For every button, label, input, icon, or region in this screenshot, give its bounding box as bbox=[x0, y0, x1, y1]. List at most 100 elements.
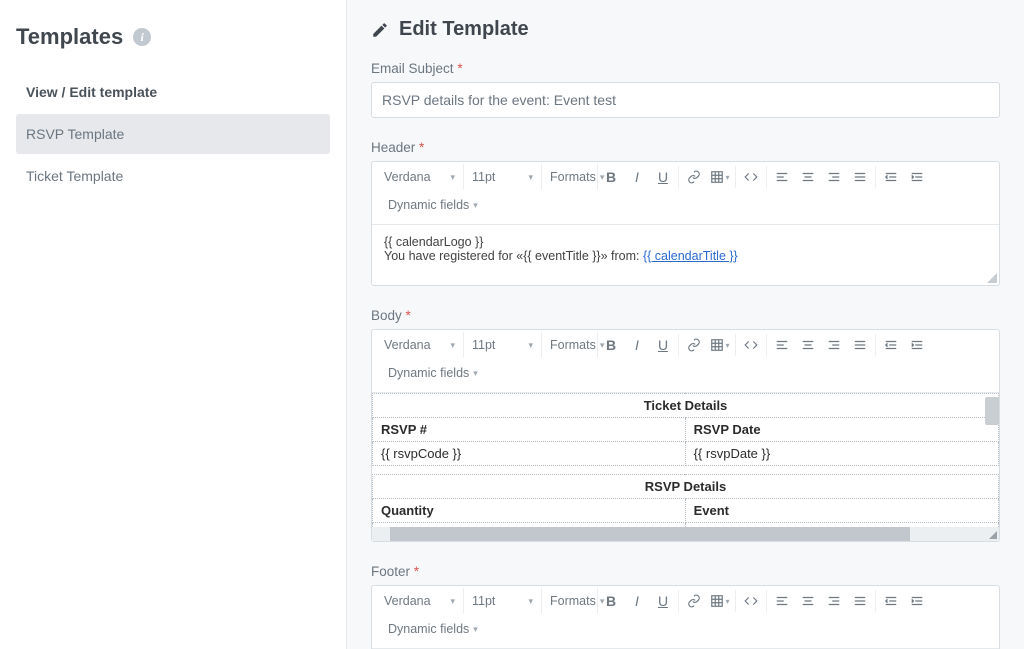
sidebar-item-ticket[interactable]: Ticket Template bbox=[16, 156, 330, 196]
formats-dropdown[interactable]: Formats▾ bbox=[542, 588, 598, 614]
editor-toolbar: Verdana▾ 11pt▾ Formats▾ B I U ▾ Dynamic … bbox=[372, 330, 999, 393]
footer-editor: Verdana▾ 11pt▾ Formats▾ B I U ▾ Dynamic … bbox=[371, 585, 1000, 649]
align-justify-button[interactable] bbox=[847, 164, 873, 190]
body-editor: Verdana▾ 11pt▾ Formats▾ B I U ▾ Dynamic … bbox=[371, 329, 1000, 542]
align-center-button[interactable] bbox=[795, 164, 821, 190]
cell-value: {{ rsvpCode }} bbox=[373, 442, 686, 466]
bold-button[interactable]: B bbox=[598, 588, 624, 614]
sidebar-title: Templates i bbox=[16, 24, 330, 50]
code-button[interactable] bbox=[738, 332, 764, 358]
align-right-button[interactable] bbox=[821, 588, 847, 614]
underline-button[interactable]: U bbox=[650, 588, 676, 614]
toolbar-separator bbox=[735, 590, 736, 612]
font-family-dropdown[interactable]: Verdana▾ bbox=[376, 164, 464, 190]
calendar-title-link[interactable]: {{ calendarTitle }} bbox=[643, 249, 738, 263]
info-icon[interactable]: i bbox=[133, 28, 151, 46]
bold-button[interactable]: B bbox=[598, 332, 624, 358]
sidebar-item-label: View / Edit template bbox=[26, 84, 157, 100]
page-title: Edit Template bbox=[371, 18, 1000, 41]
font-family-dropdown[interactable]: Verdana▾ bbox=[376, 588, 464, 614]
chevron-down-icon: ▾ bbox=[473, 368, 478, 379]
pencil-icon bbox=[371, 21, 389, 39]
italic-button[interactable]: I bbox=[624, 588, 650, 614]
editor-toolbar: Verdana▾ 11pt▾ Formats▾ B I U ▾ Dynamic … bbox=[372, 162, 999, 225]
indent-button[interactable] bbox=[904, 164, 930, 190]
header-line1: {{ calendarLogo }} bbox=[384, 235, 987, 249]
toolbar-separator bbox=[678, 590, 679, 612]
underline-button[interactable]: U bbox=[650, 164, 676, 190]
font-size-dropdown[interactable]: 11pt▾ bbox=[464, 332, 542, 358]
col-head: RSVP # bbox=[373, 418, 686, 442]
resize-handle[interactable] bbox=[987, 273, 997, 283]
link-button[interactable] bbox=[681, 588, 707, 614]
italic-button[interactable]: I bbox=[624, 164, 650, 190]
dynamic-fields-dropdown[interactable]: Dynamic fields▾ bbox=[380, 192, 486, 218]
toolbar-separator bbox=[735, 166, 736, 188]
code-button[interactable] bbox=[738, 588, 764, 614]
required-mark: * bbox=[419, 140, 424, 155]
main-panel: Edit Template Email Subject * Header * V… bbox=[347, 0, 1024, 649]
table-button[interactable]: ▾ bbox=[707, 588, 733, 614]
toolbar-separator bbox=[875, 590, 876, 612]
scrollbar-horizontal[interactable] bbox=[390, 527, 910, 541]
align-right-button[interactable] bbox=[821, 164, 847, 190]
header-line2: You have registered for «{{ eventTitle }… bbox=[384, 249, 987, 263]
code-button[interactable] bbox=[738, 164, 764, 190]
chevron-down-icon: ▾ bbox=[528, 340, 533, 351]
section-head: RSVP Details bbox=[373, 475, 999, 499]
toolbar-separator bbox=[678, 334, 679, 356]
align-left-button[interactable] bbox=[769, 164, 795, 190]
chevron-down-icon: ▾ bbox=[450, 172, 455, 183]
align-right-button[interactable] bbox=[821, 332, 847, 358]
footer-label: Footer * bbox=[371, 564, 1000, 579]
link-button[interactable] bbox=[681, 164, 707, 190]
sidebar: Templates i View / Edit template RSVP Te… bbox=[0, 0, 347, 649]
align-left-button[interactable] bbox=[769, 588, 795, 614]
toolbar-separator bbox=[735, 334, 736, 356]
align-left-button[interactable] bbox=[769, 332, 795, 358]
dynamic-fields-dropdown[interactable]: Dynamic fields▾ bbox=[380, 616, 486, 642]
formats-dropdown[interactable]: Formats▾ bbox=[542, 332, 598, 358]
align-center-button[interactable] bbox=[795, 332, 821, 358]
resize-handle[interactable] bbox=[985, 527, 999, 541]
col-head: Quantity bbox=[373, 499, 686, 523]
align-justify-button[interactable] bbox=[847, 588, 873, 614]
table-button[interactable]: ▾ bbox=[707, 164, 733, 190]
italic-button[interactable]: I bbox=[624, 332, 650, 358]
page-title-text: Edit Template bbox=[399, 18, 529, 41]
header-content-area[interactable]: {{ calendarLogo }} You have registered f… bbox=[372, 225, 999, 285]
sidebar-item-rsvp[interactable]: RSVP Template bbox=[16, 114, 330, 154]
font-size-dropdown[interactable]: 11pt▾ bbox=[464, 588, 542, 614]
outdent-button[interactable] bbox=[878, 332, 904, 358]
indent-button[interactable] bbox=[904, 588, 930, 614]
link-button[interactable] bbox=[681, 332, 707, 358]
chevron-down-icon: ▾ bbox=[528, 596, 533, 607]
indent-button[interactable] bbox=[904, 332, 930, 358]
chevron-down-icon: ▾ bbox=[473, 624, 478, 635]
cell-value: {{ rsvpDate }} bbox=[685, 442, 998, 466]
font-family-dropdown[interactable]: Verdana▾ bbox=[376, 332, 464, 358]
outdent-button[interactable] bbox=[878, 588, 904, 614]
toolbar-separator bbox=[766, 590, 767, 612]
scrollbar-vertical[interactable] bbox=[985, 397, 999, 425]
sidebar-item-view-edit[interactable]: View / Edit template bbox=[16, 72, 330, 112]
formats-dropdown[interactable]: Formats▾ bbox=[542, 164, 598, 190]
font-size-dropdown[interactable]: 11pt▾ bbox=[464, 164, 542, 190]
outdent-button[interactable] bbox=[878, 164, 904, 190]
required-mark: * bbox=[406, 308, 411, 323]
body-label: Body * bbox=[371, 308, 1000, 323]
toolbar-separator bbox=[678, 166, 679, 188]
body-content-area[interactable]: Ticket Details RSVP # RSVP Date {{ rsvpC… bbox=[372, 393, 999, 541]
table-button[interactable]: ▾ bbox=[707, 332, 733, 358]
bold-button[interactable]: B bbox=[598, 164, 624, 190]
required-mark: * bbox=[457, 61, 462, 76]
subject-input[interactable] bbox=[371, 82, 1000, 118]
chevron-down-icon: ▾ bbox=[528, 172, 533, 183]
underline-button[interactable]: U bbox=[650, 332, 676, 358]
toolbar-separator bbox=[875, 166, 876, 188]
sidebar-item-label: Ticket Template bbox=[26, 168, 123, 184]
align-justify-button[interactable] bbox=[847, 332, 873, 358]
body-table: Ticket Details RSVP # RSVP Date {{ rsvpC… bbox=[372, 393, 999, 541]
align-center-button[interactable] bbox=[795, 588, 821, 614]
dynamic-fields-dropdown[interactable]: Dynamic fields▾ bbox=[380, 360, 486, 386]
